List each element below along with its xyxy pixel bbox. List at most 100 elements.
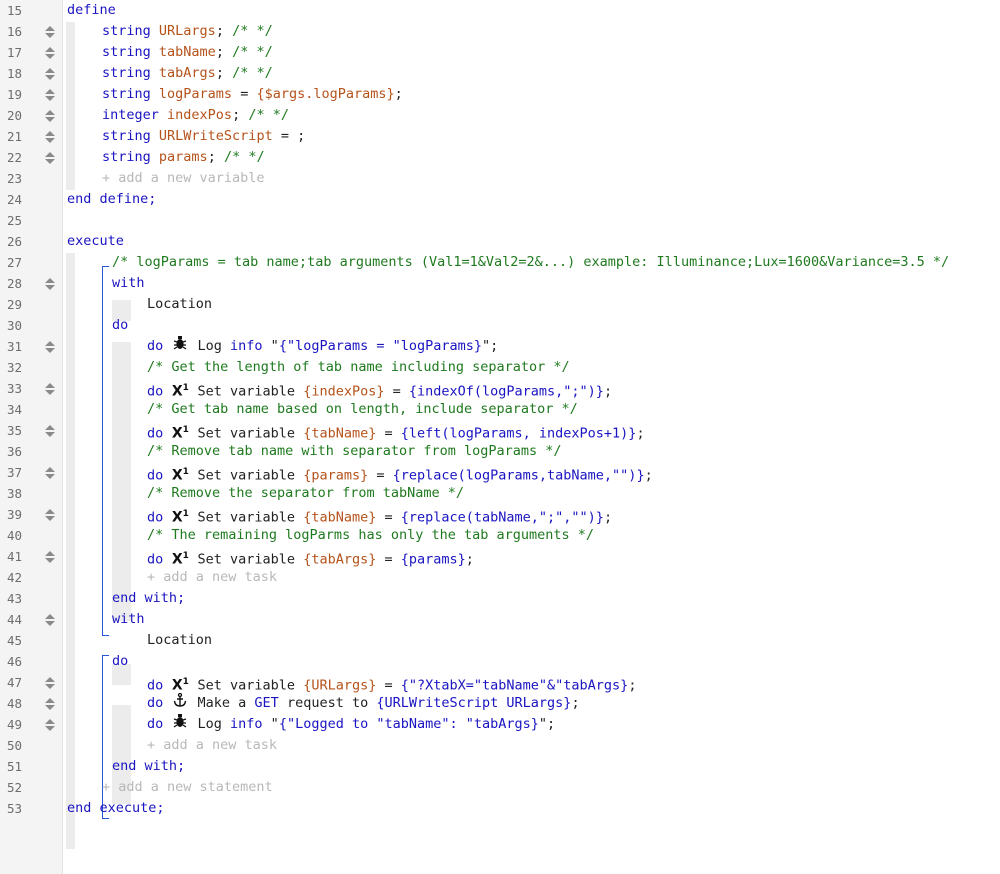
code-line[interactable]: 40 /* The remaining logParms has only the… (0, 525, 1000, 546)
code-content: string URLargs; /* */ (102, 21, 273, 42)
code-text: " (262, 716, 279, 732)
code-text: ; (207, 149, 224, 165)
code-line[interactable]: 30 do (0, 315, 1000, 336)
code-line[interactable]: 16 string URLargs; /* */ (0, 21, 1000, 42)
code-line[interactable]: 15 define (0, 0, 1000, 21)
line-number: 26 (6, 234, 22, 249)
keyword: do (147, 677, 172, 694)
drag-handle-icon[interactable] (44, 425, 56, 437)
line-number: 17 (6, 45, 22, 60)
code-line[interactable]: 42 + add a new task (0, 567, 1000, 588)
drag-handle-icon[interactable] (44, 26, 56, 38)
code-line[interactable]: 38 /* Remove the separator from tabName *… (0, 483, 1000, 504)
code-line[interactable]: 25 (0, 210, 1000, 231)
add-hint-link[interactable]: + add a new variable (102, 170, 265, 186)
add-hint-link[interactable]: + add a new task (147, 569, 277, 585)
code-line[interactable]: 53 end execute; (0, 798, 1000, 819)
code-line[interactable]: 45 Location (0, 630, 1000, 651)
code-line[interactable]: 31 do Log info "{"logParams = "logParams}… (0, 336, 1000, 357)
code-line[interactable]: 20 integer indexPos; /* */ (0, 105, 1000, 126)
drag-handle-icon[interactable] (44, 698, 56, 710)
code-text: = (368, 467, 393, 484)
code-line[interactable]: 24 end define; (0, 189, 1000, 210)
drag-handle-icon[interactable] (44, 47, 56, 59)
code-text: Set variable (189, 509, 304, 526)
code-content: end define; (67, 189, 156, 210)
code-content: define (67, 0, 116, 21)
code-content: Location (147, 294, 212, 315)
drag-handle-icon[interactable] (44, 89, 56, 101)
variable: {tabName} (303, 509, 377, 526)
add-hint-link[interactable]: + add a new statement (102, 779, 273, 795)
keyword: do (112, 653, 129, 669)
code-line[interactable]: 19 string logParams = {$args.logParams}; (0, 84, 1000, 105)
drag-handle-icon[interactable] (44, 110, 56, 122)
keyword: end with; (112, 590, 186, 606)
comment: /* Remove the separator from tabName */ (147, 485, 464, 501)
code-content: with (112, 273, 145, 294)
drag-handle-icon[interactable] (44, 719, 56, 731)
code-line[interactable]: 22 string params; /* */ (0, 147, 1000, 168)
code-line[interactable]: 36 /* Remove tab name with separator from… (0, 441, 1000, 462)
code-line[interactable]: 41 do X1 Set variable {tabArgs} = {params… (0, 546, 1000, 568)
code-line[interactable]: 23 + add a new variable (0, 168, 1000, 189)
code-line[interactable]: 39 do X1 Set variable {tabName} = {replac… (0, 504, 1000, 526)
code-line[interactable]: 21 string URLWriteScript = ; (0, 126, 1000, 147)
code-line[interactable]: 49 do Log info "{"Logged to "tabName": "t… (0, 714, 1000, 735)
code-line[interactable]: 27 /* logParams = tab name;tab arguments … (0, 252, 1000, 273)
line-number: 24 (6, 192, 22, 207)
code-line[interactable]: 52 + add a new statement (0, 777, 1000, 798)
code-content: /* Remove tab name with separator from l… (147, 441, 562, 462)
code-line[interactable]: 34 /* Get tab name based on length, inclu… (0, 399, 1000, 420)
code-line[interactable]: 43 end with; (0, 588, 1000, 609)
code-line[interactable]: 48 do Make a GET request to {URLWriteScri… (0, 692, 1000, 714)
drag-handle-icon[interactable] (44, 278, 56, 290)
code-content: /* Remove the separator from tabName */ (147, 483, 464, 504)
code-line[interactable]: 26 execute (0, 231, 1000, 252)
add-hint-link[interactable]: + add a new task (147, 737, 277, 753)
drag-handle-icon[interactable] (44, 509, 56, 521)
code-text: Log (189, 716, 231, 732)
code-content: string tabName; /* */ (102, 42, 273, 63)
keyword: do (147, 695, 172, 711)
drag-handle-icon[interactable] (44, 341, 56, 353)
drag-handle-icon[interactable] (44, 614, 56, 626)
code-content: end execute; (67, 798, 165, 819)
drag-handle-icon[interactable] (44, 68, 56, 80)
code-line[interactable]: 44 with (0, 609, 1000, 630)
code-line[interactable]: 37 do X1 Set variable {params} = {replace… (0, 462, 1000, 484)
drag-handle-icon[interactable] (44, 551, 56, 563)
code-line[interactable]: 28 with (0, 273, 1000, 294)
code-text: Set variable (189, 677, 304, 694)
code-text: ; (215, 23, 233, 39)
drag-handle-icon[interactable] (44, 383, 56, 395)
drag-handle-icon[interactable] (44, 467, 56, 479)
drag-handle-icon[interactable] (44, 131, 56, 143)
line-number: 49 (6, 717, 22, 732)
code-line[interactable]: 33 do X1 Set variable {indexPos} = {index… (0, 378, 1000, 400)
code-line[interactable]: 29 Location (0, 294, 1000, 315)
variable: URLargs (158, 23, 216, 39)
code-line[interactable]: 51 end with; (0, 756, 1000, 777)
drag-handle-icon[interactable] (44, 152, 56, 164)
code-line[interactable]: 17 string tabName; /* */ (0, 42, 1000, 63)
code-line[interactable]: 18 string tabArgs; /* */ (0, 63, 1000, 84)
expression: {replace(logParams,tabName,"")} (392, 467, 645, 484)
expression: {replace(tabName,";","")} (400, 509, 604, 526)
keyword: do (147, 383, 172, 400)
anchor-icon (171, 692, 189, 714)
line-number: 38 (6, 486, 22, 501)
drag-handle-icon[interactable] (44, 677, 56, 689)
line-number: 22 (6, 150, 22, 165)
code-content: /* logParams = tab name;tab arguments (V… (112, 252, 949, 273)
code-line[interactable]: 46 do (0, 651, 1000, 672)
variable: {tabName} (303, 425, 377, 442)
line-number: 46 (6, 654, 22, 669)
code-line[interactable]: 47 do X1 Set variable {URLargs} = {"?Xtab… (0, 672, 1000, 694)
keyword: info (230, 716, 263, 732)
line-number: 42 (6, 570, 22, 585)
code-text: Set variable (189, 383, 304, 400)
code-line[interactable]: 32 /* Get the length of tab name includin… (0, 357, 1000, 378)
code-line[interactable]: 35 do X1 Set variable {tabName} = {left(l… (0, 420, 1000, 442)
code-line[interactable]: 50 + add a new task (0, 735, 1000, 756)
